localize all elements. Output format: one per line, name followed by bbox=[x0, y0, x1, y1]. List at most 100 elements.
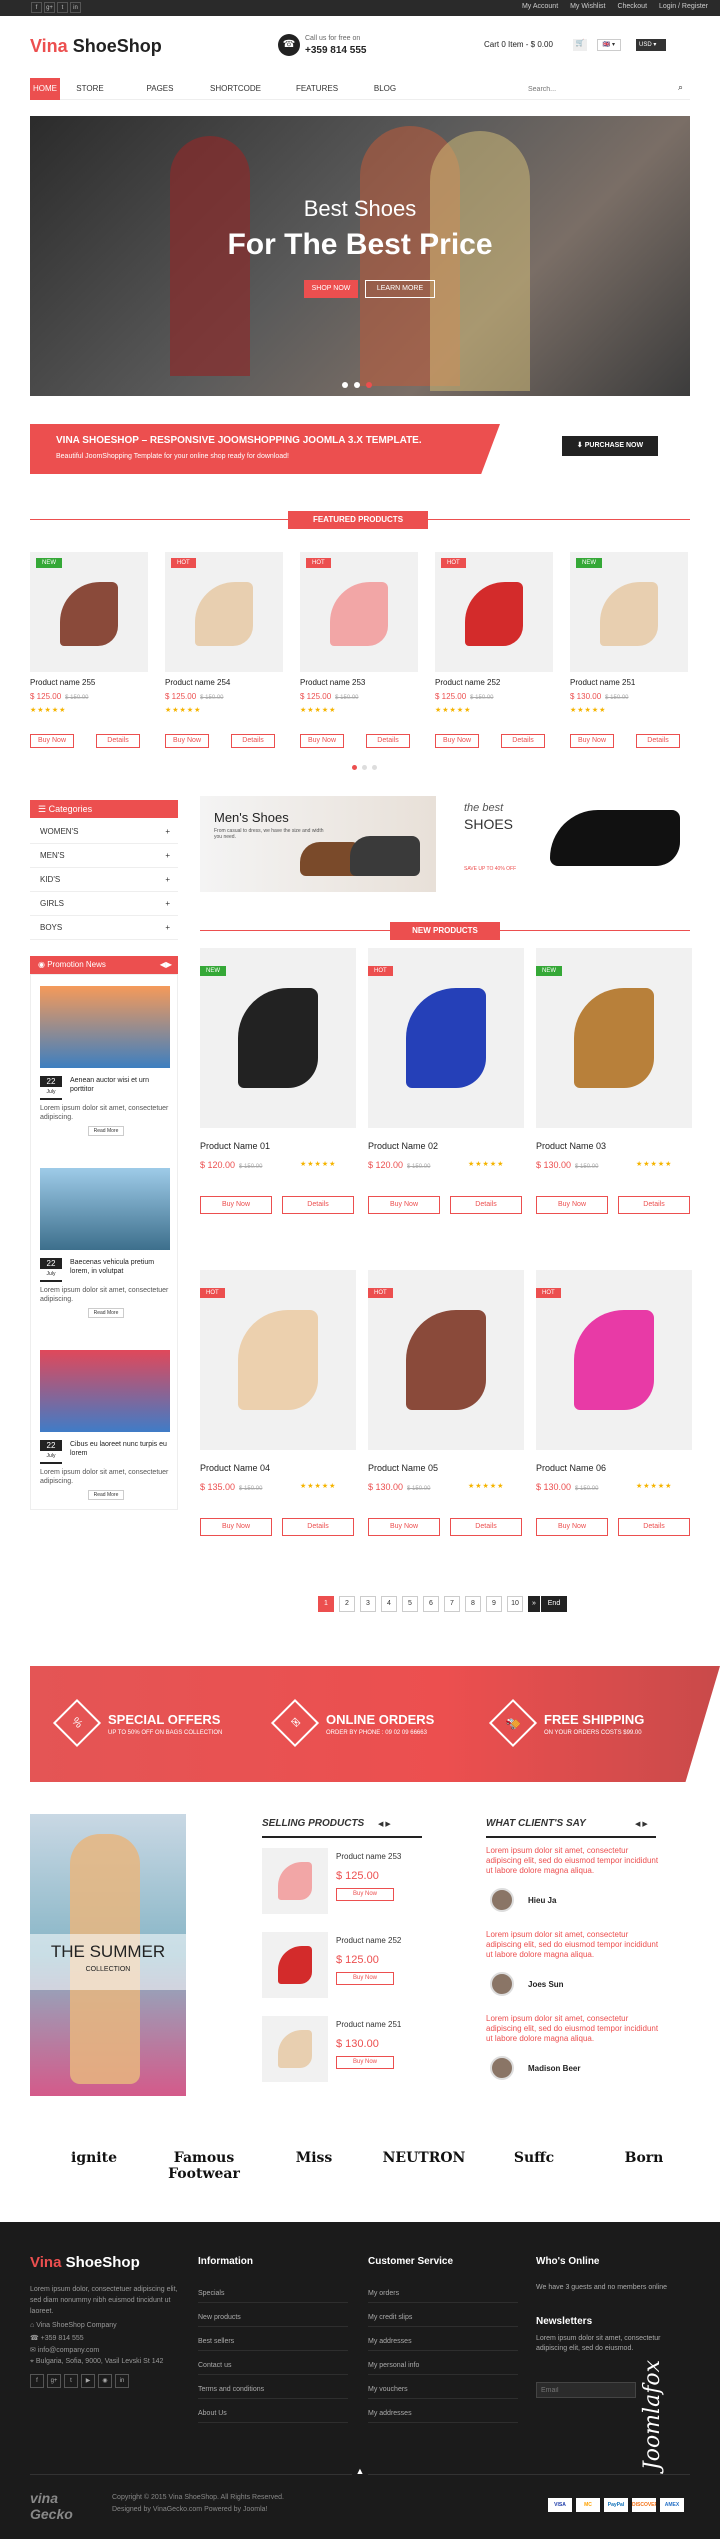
currency-select[interactable]: USD ▾ bbox=[636, 39, 666, 51]
product-image[interactable]: NEW bbox=[200, 948, 356, 1128]
menu-home[interactable]: HOME bbox=[30, 78, 60, 100]
buy-now-button[interactable]: Buy Now bbox=[200, 1518, 272, 1536]
product-name[interactable]: Product Name 06 bbox=[536, 1463, 606, 1473]
googleplus-icon[interactable]: g+ bbox=[44, 2, 55, 13]
menu-shortcode[interactable]: SHORTCODE bbox=[210, 78, 261, 100]
featured-product-card[interactable]: NEW Product name 255 $ 125.00 $ 150.00 ★★★★★… bbox=[30, 552, 148, 752]
designed-by[interactable]: Designed by VinaGecko.com Powered by Joo… bbox=[112, 2506, 268, 2513]
slide-dot[interactable] bbox=[342, 382, 348, 388]
page-link[interactable]: 10 bbox=[507, 1596, 523, 1612]
details-button[interactable]: Details bbox=[501, 734, 545, 748]
selling-arrows-icon[interactable]: ◀ ▶ bbox=[378, 1820, 391, 1828]
brand-logo[interactable]: ignite bbox=[44, 2150, 144, 2166]
carousel-dot[interactable] bbox=[372, 765, 377, 770]
page-link[interactable]: 2 bbox=[339, 1596, 355, 1612]
page-link[interactable]: 6 bbox=[423, 1596, 439, 1612]
learn-more-button[interactable]: LEARN MORE bbox=[365, 280, 435, 298]
slide-dot[interactable] bbox=[354, 382, 360, 388]
page-current[interactable]: 1 bbox=[318, 1596, 334, 1612]
linkedin-icon[interactable]: in bbox=[115, 2374, 129, 2388]
product-name[interactable]: Product Name 02 bbox=[368, 1141, 438, 1151]
page-link[interactable]: 7 bbox=[444, 1596, 460, 1612]
category-boys[interactable]: BOYS + bbox=[30, 916, 178, 940]
language-select[interactable]: 🇬🇧 ▾ bbox=[597, 39, 621, 51]
selling-product-name[interactable]: Product name 252 bbox=[336, 1936, 401, 1945]
news-image[interactable] bbox=[40, 986, 170, 1068]
product-name[interactable]: Product Name 05 bbox=[368, 1463, 438, 1473]
details-button[interactable]: Details bbox=[618, 1518, 690, 1536]
customer-service-link[interactable]: My orders bbox=[368, 2290, 399, 2297]
cart-icon[interactable]: 🛒 bbox=[573, 39, 587, 51]
brand-logo[interactable]: Miss bbox=[264, 2150, 364, 2166]
featured-product-card[interactable]: HOT Product name 253 $ 125.00 $ 150.00 ★★★★★… bbox=[300, 552, 418, 752]
featured-product-card[interactable]: HOT Product name 254 $ 125.00 $ 150.00 ★★★★★… bbox=[165, 552, 283, 752]
read-more-link[interactable]: Read More bbox=[88, 1126, 124, 1136]
selling-product-name[interactable]: Product name 251 bbox=[336, 2020, 401, 2029]
product-image[interactable]: HOT bbox=[368, 948, 524, 1128]
search-icon[interactable]: ⌕ bbox=[678, 82, 683, 93]
selling-product-image[interactable] bbox=[262, 1848, 328, 1914]
details-button[interactable]: Details bbox=[231, 734, 275, 748]
newsletter-email-input[interactable] bbox=[536, 2382, 636, 2398]
product-image[interactable]: NEW bbox=[536, 948, 692, 1128]
page-link[interactable]: 3 bbox=[360, 1596, 376, 1612]
details-button[interactable]: Details bbox=[450, 1518, 522, 1536]
buy-now-button[interactable]: Buy Now bbox=[368, 1196, 440, 1214]
buy-now-button[interactable]: Buy Now bbox=[200, 1196, 272, 1214]
product-image[interactable]: HOT bbox=[165, 552, 283, 672]
hero-slider[interactable]: Best Shoes For The Best Price SHOP NOW L… bbox=[30, 116, 690, 396]
purchase-now-button[interactable]: ⬇ PURCHASE NOW bbox=[562, 436, 658, 456]
cart-summary[interactable]: Cart 0 Item - $ 0.00 bbox=[484, 40, 553, 49]
page-link[interactable]: 8 bbox=[465, 1596, 481, 1612]
selling-buy-button[interactable]: Buy Now bbox=[336, 1972, 394, 1985]
customer-service-link[interactable]: My addresses bbox=[368, 2338, 412, 2345]
info-link[interactable]: Best sellers bbox=[198, 2338, 234, 2345]
menu-features[interactable]: FEATURES bbox=[292, 78, 342, 100]
menu-blog[interactable]: BLOG bbox=[370, 78, 400, 100]
brand-logo[interactable]: NEUTRON bbox=[374, 2150, 474, 2166]
new-product-card[interactable]: NEW Product Name 01 $ 120.00 $ 150.00 ★★★★★ B… bbox=[200, 948, 356, 1218]
category-girls[interactable]: GIRLS + bbox=[30, 892, 178, 916]
best-shoes-banner[interactable]: the best SHOES SAVE UP TO 40% OFF bbox=[454, 796, 690, 892]
details-button[interactable]: Details bbox=[282, 1196, 354, 1214]
product-image[interactable]: HOT bbox=[300, 552, 418, 672]
product-name[interactable]: Product Name 01 bbox=[200, 1141, 270, 1151]
new-product-card[interactable]: HOT Product Name 04 $ 135.00 $ 150.00 ★★★★★ B… bbox=[200, 1270, 356, 1540]
selling-product-name[interactable]: Product name 253 bbox=[336, 1852, 401, 1861]
selling-product-image[interactable] bbox=[262, 1932, 328, 1998]
selling-product-image[interactable] bbox=[262, 2016, 328, 2082]
details-button[interactable]: Details bbox=[282, 1518, 354, 1536]
carousel-dot[interactable] bbox=[352, 765, 357, 770]
brand-logo[interactable]: Born bbox=[594, 2150, 694, 2166]
details-button[interactable]: Details bbox=[96, 734, 140, 748]
brand-logo[interactable]: Famous Footwear bbox=[154, 2150, 254, 2182]
product-name[interactable]: Product name 252 bbox=[435, 678, 500, 687]
buy-now-button[interactable]: Buy Now bbox=[536, 1518, 608, 1536]
menu-pages[interactable]: PAGES bbox=[140, 78, 180, 100]
facebook-icon[interactable]: f bbox=[30, 2374, 44, 2388]
news-item-title[interactable]: Cibus eu laoreet nunc turpis eu lorem bbox=[70, 1440, 174, 1458]
login-link[interactable]: Login / Register bbox=[659, 3, 708, 10]
buy-now-button[interactable]: Buy Now bbox=[165, 734, 209, 748]
page-next[interactable]: » bbox=[528, 1596, 540, 1612]
googleplus-icon[interactable]: g+ bbox=[47, 2374, 61, 2388]
product-name[interactable]: Product name 251 bbox=[570, 678, 635, 687]
info-link[interactable]: Contact us bbox=[198, 2362, 231, 2369]
new-product-card[interactable]: HOT Product Name 06 $ 130.00 $ 150.00 ★★★★★ B… bbox=[536, 1270, 692, 1540]
selling-buy-button[interactable]: Buy Now bbox=[336, 1888, 394, 1901]
product-image[interactable]: NEW bbox=[30, 552, 148, 672]
customer-service-link[interactable]: My vouchers bbox=[368, 2386, 408, 2393]
product-image[interactable]: NEW bbox=[570, 552, 688, 672]
mens-shoes-banner[interactable]: Men's Shoes From casual to dress, we hav… bbox=[200, 796, 436, 892]
info-link[interactable]: Specials bbox=[198, 2290, 224, 2297]
rss-icon[interactable]: ◉ bbox=[98, 2374, 112, 2388]
my-wishlist-link[interactable]: My Wishlist bbox=[570, 3, 605, 10]
new-product-card[interactable]: HOT Product Name 05 $ 130.00 $ 150.00 ★★★★★ B… bbox=[368, 1270, 524, 1540]
buy-now-button[interactable]: Buy Now bbox=[536, 1196, 608, 1214]
featured-product-card[interactable]: NEW Product name 251 $ 130.00 $ 150.00 ★★★★★… bbox=[570, 552, 688, 752]
shop-now-button[interactable]: SHOP NOW bbox=[304, 280, 358, 298]
product-image[interactable]: HOT bbox=[536, 1270, 692, 1450]
twitter-icon[interactable]: t bbox=[64, 2374, 78, 2388]
twitter-icon[interactable]: t bbox=[57, 2, 68, 13]
new-product-card[interactable]: NEW Product Name 03 $ 130.00 $ 150.00 ★★★★★ B… bbox=[536, 948, 692, 1218]
